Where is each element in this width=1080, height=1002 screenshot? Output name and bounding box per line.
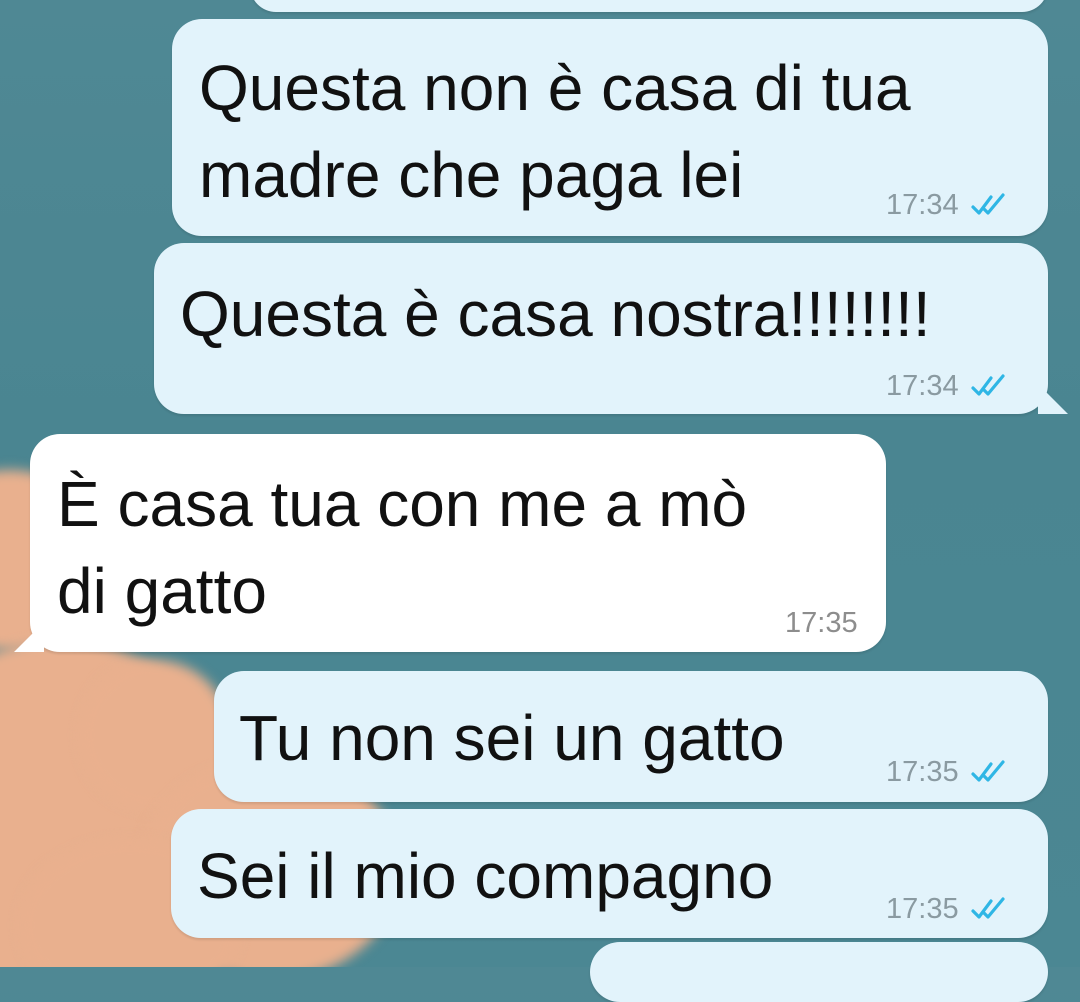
message-bubble-partial-bottom[interactable] — [590, 942, 1048, 1002]
message-text: madre che paga lei — [199, 139, 744, 211]
message-bubble-outgoing[interactable]: Sei il mio compagno 17:35 — [171, 809, 1048, 938]
double-check-read-icon — [970, 760, 1005, 782]
message-meta: 17:34 — [886, 371, 1009, 401]
message-time: 17:35 — [886, 756, 959, 788]
message-bubble-incoming[interactable]: È casa tua con me a mò di gatto 17:35 — [30, 434, 886, 652]
message-text: È casa tua con me a mò — [57, 468, 748, 540]
message-meta: 17:35 — [785, 608, 858, 638]
double-check-read-icon — [970, 374, 1005, 396]
message-time: 17:35 — [785, 607, 858, 639]
message-meta: 17:34 — [886, 190, 1009, 220]
message-time: 17:34 — [886, 370, 959, 402]
message-time: 17:35 — [886, 893, 959, 925]
message-bubble-outgoing[interactable]: Questa non è casa di tua madre che paga … — [172, 19, 1048, 236]
message-meta: 17:35 — [886, 757, 1009, 787]
message-bubble-outgoing[interactable]: Questa è casa nostra!!!!!!!! 17:34 — [154, 243, 1048, 414]
message-text: Questa è casa nostra!!!!!!!! — [180, 278, 931, 350]
message-text: Sei il mio compagno — [197, 840, 774, 912]
message-text: Questa non è casa di tua — [199, 52, 911, 124]
message-text: Tu non sei un gatto — [239, 702, 785, 774]
message-time: 17:34 — [886, 189, 959, 221]
message-text: di gatto — [57, 555, 267, 627]
double-check-read-icon — [970, 193, 1005, 215]
double-check-read-icon — [970, 897, 1005, 919]
message-bubble-partial-top[interactable] — [250, 0, 1048, 12]
message-bubble-outgoing[interactable]: Tu non sei un gatto 17:35 — [214, 671, 1048, 802]
message-meta: 17:35 — [886, 894, 1009, 924]
